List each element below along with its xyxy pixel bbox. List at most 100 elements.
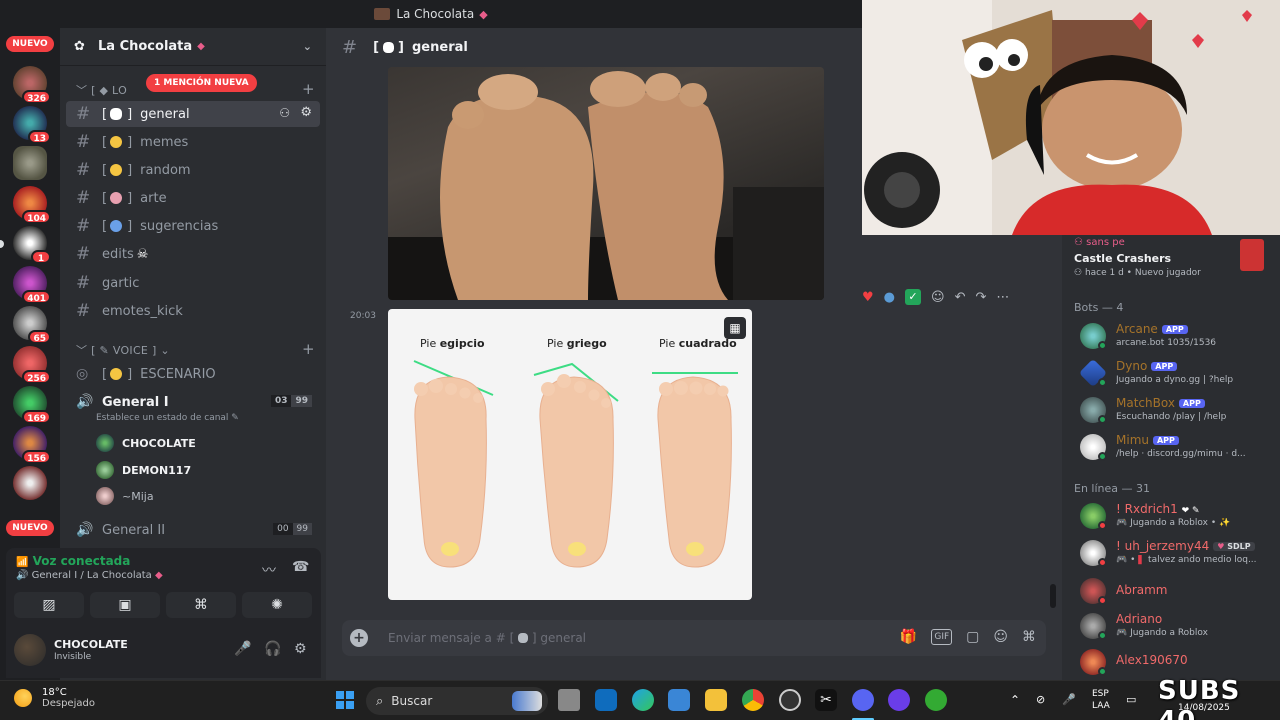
voice-channel-general-1[interactable]: 🔊 General I 03 99 (66, 389, 320, 415)
activity-button[interactable]: ⌘ (166, 592, 236, 618)
add-reaction-icon[interactable]: ☺ (931, 290, 945, 305)
voice-category-header[interactable]: ﹀ [ ✎ VOICE ] ⌄ (76, 342, 170, 358)
message-composer[interactable]: + Enviar mensaje a # [ ] general 🎁 GIF ▢… (342, 620, 1046, 656)
channel-status-prompt[interactable]: Establece un estado de canal ✎ (96, 413, 239, 423)
mic-tray-icon[interactable]: 🎤 (1062, 693, 1076, 706)
weather-widget[interactable]: 18°C Despejado (14, 687, 95, 709)
invite-icon[interactable]: ⚇ (279, 106, 290, 120)
stage-channel[interactable]: ◎[] ESCENARIO (66, 361, 320, 387)
member-item[interactable]: Dyno APP Jugando a dyno.gg | ?help (1078, 358, 1276, 390)
server-icon[interactable]: 326 (13, 66, 51, 104)
add-channel-icon[interactable]: + (302, 340, 315, 358)
channel-sugerencias[interactable]: #[] sugerencias (66, 213, 320, 239)
channel-emotes-kick[interactable]: # emotes_kick (66, 298, 320, 324)
emoji-icon[interactable]: ☺ (993, 629, 1008, 645)
task-view-icon[interactable] (558, 689, 580, 711)
soundboard-button[interactable]: ✺ (242, 592, 312, 618)
network-icon[interactable]: ⊘ (1036, 693, 1045, 706)
mention-banner[interactable]: 1 MENCIÓN NUEVA (146, 74, 257, 92)
microphone-icon[interactable]: 🎤 (234, 641, 251, 657)
attached-photo[interactable] (388, 67, 824, 300)
noise-suppression-icon[interactable]: 〰 (262, 560, 276, 580)
member-activity-card[interactable]: ⚇ sans pe Castle Crashers ⚇ hace 1 d • N… (1074, 237, 1276, 281)
server-header[interactable]: ✿ La Chocolata ◆ ⌄ (60, 28, 326, 66)
server-icon[interactable]: 156 (13, 426, 51, 464)
more-options-icon[interactable]: ⋯ (996, 290, 1009, 305)
channel-memes[interactable]: #[] memes (66, 129, 320, 155)
display-icon[interactable]: ▭ (1126, 693, 1136, 706)
forward-icon[interactable]: ↷ (975, 290, 986, 305)
channel-arte[interactable]: #[] arte (66, 185, 320, 211)
voice-location[interactable]: 🔊 General I / La Chocolata ◆ (16, 570, 163, 581)
disconnect-icon[interactable]: ☎ (292, 559, 309, 575)
gear-icon[interactable]: ⚙ (294, 641, 307, 657)
foot-types-diagram[interactable]: Pie egipcio Pie griego Pie cuadrado ▦ (388, 309, 752, 600)
speech-reaction-icon[interactable]: ● (884, 290, 895, 305)
edge-icon[interactable] (632, 689, 654, 711)
server-icon[interactable] (13, 146, 47, 180)
server-icon[interactable]: 104 (13, 186, 51, 224)
server-icon[interactable]: 13 (13, 106, 51, 144)
add-channel-icon[interactable]: + (302, 80, 315, 98)
windows-start-button[interactable] (336, 691, 354, 709)
voice-user[interactable]: CHOCOLATE (96, 431, 196, 455)
member-item[interactable]: MatchBox APP Escuchando /play | /help (1080, 395, 1276, 427)
gamepad-icon: ⌘ (194, 597, 208, 613)
server-icon[interactable]: 256 (13, 346, 51, 384)
server-icon[interactable]: 65 (13, 306, 51, 344)
member-item[interactable]: Alex190670 (1080, 647, 1276, 679)
voice-user-count: 00 99 (273, 523, 312, 535)
avatar[interactable] (14, 634, 46, 666)
server-icon[interactable] (13, 466, 47, 500)
category-header[interactable]: ﹀ [ ◆ LO (76, 82, 127, 98)
channel-gartic[interactable]: # gartic (66, 270, 320, 296)
channel-random[interactable]: #[] random (66, 157, 320, 183)
store-icon[interactable] (668, 689, 690, 711)
hash-icon: # (342, 36, 358, 58)
taskbar-search[interactable]: ⌕ Buscar (366, 687, 548, 715)
app-icon[interactable] (925, 689, 947, 711)
heart-reaction-icon[interactable]: ♥ (862, 290, 874, 305)
scrollbar-thumb[interactable] (1050, 584, 1056, 608)
language-indicator[interactable]: ESP (1092, 689, 1109, 699)
headphones-icon[interactable]: 🎧 (264, 641, 281, 657)
chrome-icon[interactable] (742, 689, 764, 711)
member-item[interactable]: Mimu APP /help · discord.gg/mimu · d... (1080, 432, 1276, 464)
obs-icon[interactable] (888, 689, 910, 711)
server-icon[interactable]: 169 (13, 386, 51, 424)
face-emoji-icon (110, 164, 123, 176)
sticker-icon[interactable]: ▢ (966, 629, 979, 645)
member-item[interactable]: ! uh_jerzemy44 ♥ SDLP 🎮 • ▌ talvez ando m… (1080, 538, 1276, 570)
soundboard-icon: ✺ (271, 597, 283, 613)
user-status: Invisible (54, 652, 92, 662)
new-badge-bottom[interactable]: NUEVO (6, 520, 54, 536)
gift-icon[interactable]: 🎁 (900, 629, 917, 645)
add-attachment-icon[interactable]: + (350, 629, 368, 647)
channel-general[interactable]: # [] general ⚇ ⚙ (66, 101, 320, 127)
channel-edits[interactable]: # edits ☠ (66, 241, 320, 267)
voice-user[interactable]: ~Mija (96, 484, 154, 508)
server-icon[interactable]: 401 (13, 266, 51, 304)
capcut-icon[interactable]: ✂ (815, 689, 837, 711)
keyboard-layout[interactable]: LAA (1092, 701, 1110, 711)
voice-user[interactable]: DEMON117 (96, 458, 191, 482)
reply-icon[interactable]: ↶ (955, 290, 966, 305)
app-icon[interactable] (779, 689, 801, 711)
member-item[interactable]: Adriano 🎮 Jugando a Roblox (1080, 611, 1276, 643)
gear-icon[interactable]: ⚙ (300, 105, 312, 120)
tray-overflow-icon[interactable]: ⌃ (1010, 693, 1020, 707)
discord-icon[interactable] (852, 689, 874, 711)
server-icon[interactable]: 1 (13, 226, 51, 264)
outlook-icon[interactable] (595, 689, 617, 711)
gif-icon[interactable]: GIF (931, 629, 953, 645)
voice-channel-general-2[interactable]: 🔊 General II 00 99 (66, 517, 320, 543)
screen-share-button[interactable]: ▣ (90, 592, 160, 618)
file-explorer-icon[interactable] (705, 689, 727, 711)
camera-off-button[interactable]: ▨ (14, 592, 84, 618)
new-badge-top[interactable]: NUEVO (6, 36, 54, 52)
apps-icon[interactable]: ⌘ (1022, 629, 1036, 645)
check-reaction-icon[interactable]: ✓ (905, 289, 921, 305)
member-item[interactable]: ! Rxdrich1 ❤ ✎ 🎮 Jugando a Roblox • ✨ (1080, 501, 1276, 533)
member-item[interactable]: Arcane APP arcane.bot 1035/1536 (1080, 321, 1276, 353)
member-item[interactable]: Abramm (1080, 576, 1276, 608)
